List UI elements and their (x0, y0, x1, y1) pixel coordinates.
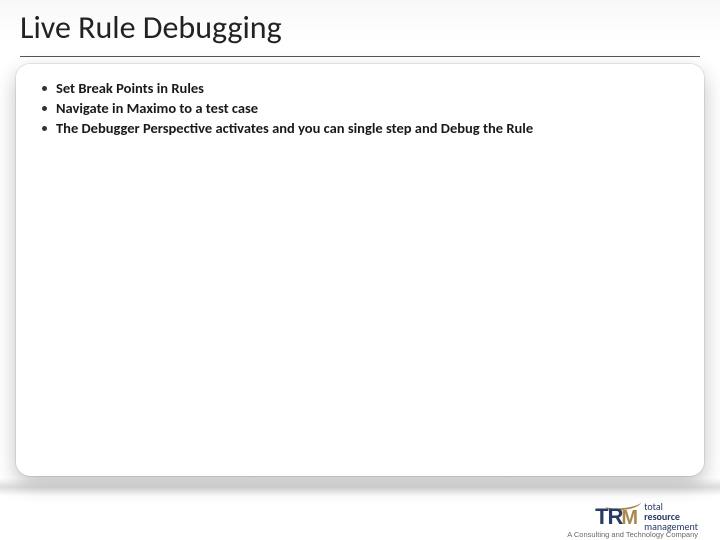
logo-tagline: A Consulting and Technology Company (567, 530, 698, 539)
list-item: Set Break Points in Rules (40, 78, 680, 98)
list-item: The Debugger Perspective activates and y… (40, 118, 680, 138)
logo-letter-t: T (595, 504, 607, 530)
slide: Live Rule Debugging Set Break Points in … (0, 0, 720, 540)
logo-mark: T R M (595, 504, 638, 530)
bullet-list: Set Break Points in Rules Navigate in Ma… (40, 78, 680, 138)
title-area: Live Rule Debugging (20, 4, 700, 57)
logo-letter-r: R (608, 504, 624, 530)
logo-letter-m: M (621, 507, 638, 530)
content-panel: Set Break Points in Rules Navigate in Ma… (16, 64, 704, 476)
list-item: Navigate in Maximo to a test case (40, 98, 680, 118)
slide-title: Live Rule Debugging (20, 4, 700, 52)
logo-text: total resource management (644, 502, 698, 532)
footer: T R M total resource management A Consul… (0, 492, 720, 540)
logo: T R M total resource management (595, 502, 698, 532)
